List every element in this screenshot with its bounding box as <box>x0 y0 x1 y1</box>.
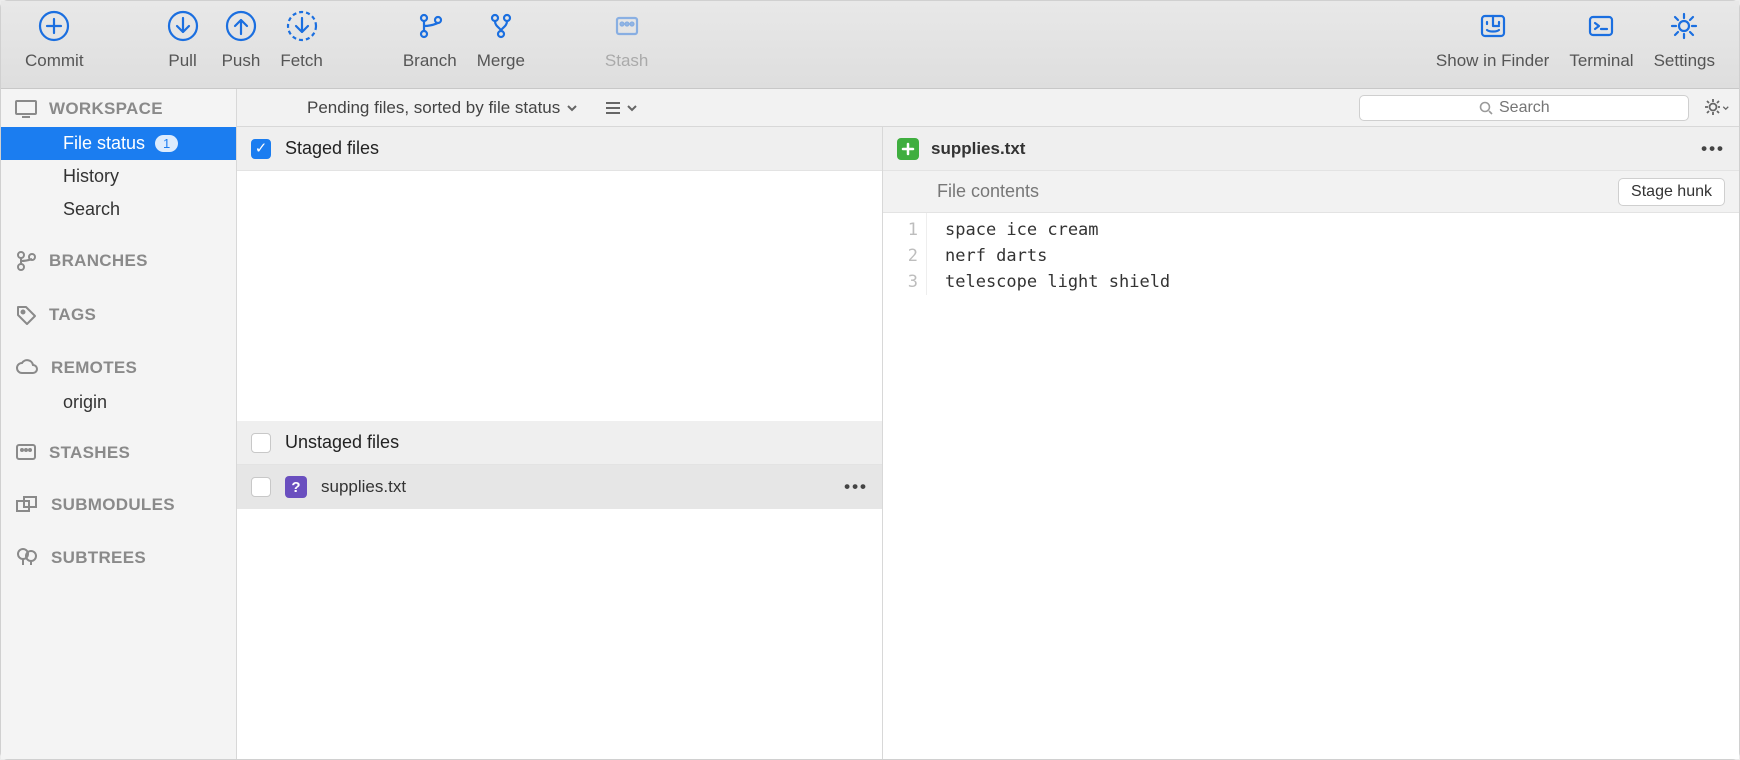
arrow-up-circle-icon <box>222 7 260 45</box>
stage-hunk-button[interactable]: Stage hunk <box>1618 178 1725 206</box>
stash-box-icon <box>15 443 37 463</box>
monitor-icon <box>15 100 37 118</box>
gear-icon <box>1665 7 1703 45</box>
gear-icon <box>1703 97 1720 119</box>
dashed-arrow-down-circle-icon <box>283 7 321 45</box>
stash-icon <box>608 7 646 45</box>
sidebar-section-subtrees[interactable]: SUBTREES <box>1 537 236 577</box>
file-more-button[interactable]: ••• <box>844 477 868 497</box>
sort-dropdown[interactable]: Pending files, sorted by file status <box>307 98 578 118</box>
sidebar-item-history[interactable]: History <box>1 160 236 193</box>
push-button[interactable]: Push <box>212 7 271 71</box>
branch-icon <box>15 250 37 272</box>
chevron-down-icon <box>626 102 638 114</box>
file-checkbox[interactable] <box>251 477 271 497</box>
tag-icon <box>15 304 37 326</box>
search-field[interactable] <box>1499 99 1569 117</box>
sidebar-section-stashes[interactable]: STASHES <box>1 433 236 471</box>
view-settings-button[interactable] <box>1703 95 1729 121</box>
terminal-icon <box>1582 7 1620 45</box>
show-in-finder-button[interactable]: Show in Finder <box>1426 7 1559 71</box>
staged-checkbox[interactable] <box>251 139 271 159</box>
filter-bar: Pending files, sorted by file status <box>237 89 1739 127</box>
diff-file-header: supplies.txt ••• <box>883 127 1739 171</box>
merge-button[interactable]: Merge <box>467 7 535 71</box>
finder-icon <box>1474 7 1512 45</box>
pull-button[interactable]: Pull <box>154 7 212 71</box>
sidebar-item-origin[interactable]: origin <box>1 386 236 419</box>
list-icon <box>604 101 622 115</box>
sidebar: WORKSPACE File status 1 History Search B… <box>1 89 237 759</box>
file-row[interactable]: ? supplies.txt ••• <box>237 465 882 509</box>
plus-circle-icon <box>35 7 73 45</box>
diff-pane: supplies.txt ••• File contents Stage hun… <box>883 127 1739 759</box>
toolbar: Commit Pull Push Fetch Branch Merge Stas… <box>1 1 1739 89</box>
search-icon <box>1479 101 1493 115</box>
staged-files-area <box>237 171 882 421</box>
code-view: 1 2 3 space ice cream nerf darts telesco… <box>883 213 1739 295</box>
line-gutter: 1 2 3 <box>883 213 927 295</box>
settings-button[interactable]: Settings <box>1644 7 1725 71</box>
stash-button[interactable]: Stash <box>595 7 658 71</box>
hunk-label: File contents <box>937 181 1039 202</box>
commit-button[interactable]: Commit <box>15 7 94 71</box>
main: WORKSPACE File status 1 History Search B… <box>1 89 1739 759</box>
diff-filename: supplies.txt <box>931 139 1025 159</box>
sidebar-section-remotes[interactable]: REMOTES <box>1 348 236 386</box>
chevron-down-icon <box>566 102 578 114</box>
sidebar-item-file-status[interactable]: File status 1 <box>1 127 236 160</box>
unstaged-files-area <box>237 509 882 759</box>
chevron-down-icon <box>1722 103 1730 113</box>
unstaged-checkbox[interactable] <box>251 433 271 453</box>
diff-more-button[interactable]: ••• <box>1701 139 1725 159</box>
file-status-unknown-icon: ? <box>285 476 307 498</box>
file-list-pane: Staged files Unstaged files ? supplies.t… <box>237 127 883 759</box>
sidebar-item-search[interactable]: Search <box>1 193 236 226</box>
subtrees-icon <box>15 547 39 569</box>
submodules-icon <box>15 495 39 515</box>
sidebar-section-tags[interactable]: TAGS <box>1 294 236 334</box>
terminal-button[interactable]: Terminal <box>1559 7 1643 71</box>
arrow-down-circle-icon <box>164 7 202 45</box>
sidebar-section-submodules[interactable]: SUBMODULES <box>1 485 236 523</box>
sidebar-section-branches[interactable]: BRANCHES <box>1 240 236 280</box>
code-lines[interactable]: space ice cream nerf darts telescope lig… <box>927 213 1170 295</box>
file-name: supplies.txt <box>321 477 406 497</box>
unstaged-files-header[interactable]: Unstaged files <box>237 421 882 465</box>
branch-icon <box>411 7 449 45</box>
branch-button[interactable]: Branch <box>393 7 467 71</box>
search-input[interactable] <box>1359 95 1689 121</box>
sidebar-section-workspace[interactable]: WORKSPACE <box>1 89 236 127</box>
list-mode-dropdown[interactable] <box>594 101 638 115</box>
merge-icon <box>482 7 520 45</box>
content: Pending files, sorted by file status <box>237 89 1739 759</box>
staged-files-header[interactable]: Staged files <box>237 127 882 171</box>
cloud-icon <box>15 359 39 377</box>
file-status-added-icon <box>897 138 919 160</box>
fetch-button[interactable]: Fetch <box>270 7 333 71</box>
file-status-badge: 1 <box>155 135 178 152</box>
hunk-bar: File contents Stage hunk <box>883 171 1739 213</box>
